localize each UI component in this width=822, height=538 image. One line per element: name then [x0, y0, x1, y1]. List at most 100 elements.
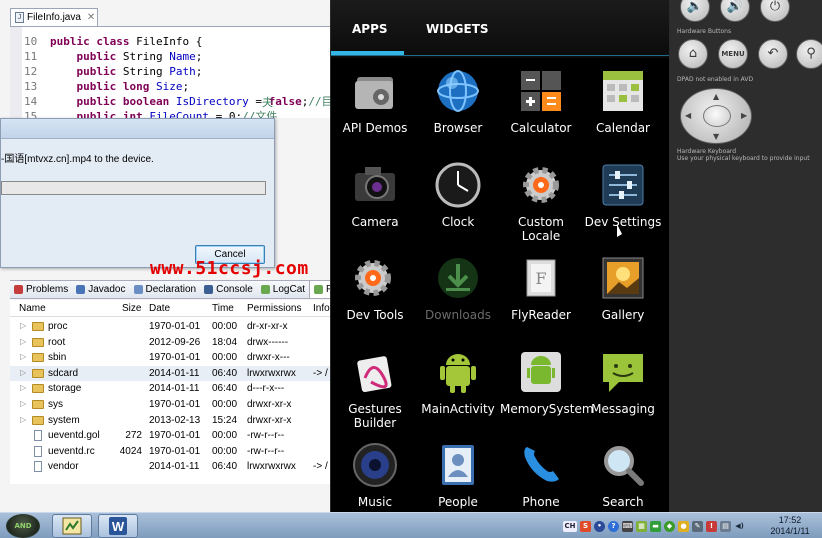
app-downloads[interactable]: Downloads: [417, 254, 499, 322]
custom-locale-gear-icon: [517, 161, 565, 209]
table-row[interactable]: ▷ sbin 1970-01-01 00:00 drwxr-x---: [10, 350, 330, 365]
app-browser[interactable]: Browser: [417, 67, 499, 135]
tab-widgets[interactable]: WIDGETS: [426, 22, 489, 36]
view-tab-console[interactable]: Console: [200, 281, 257, 298]
expand-arrow-icon[interactable]: ▷: [20, 399, 26, 408]
keyboard-icon[interactable]: ⌨: [622, 520, 633, 532]
cell-date: 2014-01-11: [149, 383, 200, 395]
code-token: public class: [50, 35, 137, 48]
app-flyreader[interactable]: F FlyReader: [500, 254, 582, 322]
expand-arrow-icon[interactable]: ▷: [20, 383, 26, 392]
tray-app-icon[interactable]: •: [594, 520, 605, 532]
tray-green-icon[interactable]: ▬: [650, 520, 661, 532]
app-gestures-builder[interactable]: Gestures Builder: [334, 348, 416, 430]
expand-arrow-icon[interactable]: ▷: [20, 337, 26, 346]
memory-system-icon: [517, 348, 565, 396]
app-custom-locale[interactable]: Custom Locale: [500, 161, 582, 243]
app-clock[interactable]: Clock: [417, 161, 499, 229]
security-shield-icon[interactable]: ◆: [664, 520, 675, 532]
svg-text:F: F: [535, 269, 546, 288]
ime-indicator[interactable]: CH: [563, 520, 577, 532]
dpad[interactable]: ▲ ▼ ◀ ▶: [680, 88, 752, 144]
column-header-info[interactable]: Info: [313, 303, 330, 314]
app-label: Music: [357, 495, 393, 509]
search-button[interactable]: ⚲: [796, 39, 822, 69]
dpad-center-button[interactable]: [703, 105, 731, 127]
app-phone[interactable]: Phone: [500, 441, 582, 509]
cell-name: proc: [48, 321, 68, 332]
table-row[interactable]: ueventd.gol 272 1970-01-01 00:00 -rw-r--r--: [10, 428, 330, 443]
app-mainactivity[interactable]: MainActivity: [417, 348, 499, 416]
table-row[interactable]: ▷ system 2013-02-13 15:24 drwxr-xr-x: [10, 413, 330, 428]
dialog-title-bar[interactable]: [1, 119, 274, 139]
expand-arrow-icon[interactable]: ▷: [20, 352, 26, 361]
column-header-size[interactable]: Size: [122, 303, 141, 314]
file-explorer-table[interactable]: Name Size Date Time Permissions Info ▷ proc 197…: [10, 300, 330, 484]
start-button[interactable]: AND: [6, 514, 40, 538]
help-icon[interactable]: ?: [608, 520, 619, 532]
view-tab-declaration[interactable]: Declaration: [130, 281, 201, 298]
network-icon[interactable]: ▤: [720, 520, 731, 532]
expand-arrow-icon[interactable]: ▷: [20, 415, 26, 424]
app-memorysystem[interactable]: MemorySystem: [500, 348, 594, 416]
app-people[interactable]: People: [417, 441, 499, 509]
tab-apps[interactable]: APPS: [352, 22, 388, 36]
cell-date: 1970-01-01: [149, 445, 201, 457]
column-header-date[interactable]: Date: [149, 303, 170, 314]
app-calendar[interactable]: Calendar: [582, 67, 664, 135]
expand-arrow-icon[interactable]: ▷: [20, 368, 26, 377]
android-robot-icon: [434, 348, 482, 396]
taskbar-clock[interactable]: 17:52 2014/1/11: [762, 515, 818, 537]
back-button[interactable]: ↶: [758, 39, 788, 69]
cell-info: -> /: [313, 367, 328, 379]
app-calculator[interactable]: Calculator: [500, 67, 582, 135]
column-header-name[interactable]: Name: [19, 303, 46, 314]
column-header-permissions[interactable]: Permissions: [247, 303, 301, 314]
volume-up-button[interactable]: 🔊: [720, 0, 750, 22]
power-button[interactable]: ⏻: [760, 0, 790, 22]
code-editor[interactable]: 10 public class FileInfo {11 public Strin…: [10, 26, 330, 123]
table-row[interactable]: ▷ sdcard 2014-01-11 06:40 lrwxrwxrwx -> /: [10, 365, 330, 381]
dpad-down-icon[interactable]: ▼: [713, 132, 719, 141]
app-label: People: [438, 495, 478, 509]
view-tab-f[interactable]: F: [309, 281, 330, 298]
windows-taskbar: AND W CH S • ? ⌨ ▦ ▬ ◆ ● ✎ ! ▤ ◀) 17:52 …: [0, 512, 822, 538]
dpad-left-icon[interactable]: ◀: [685, 111, 691, 120]
table-row[interactable]: vendor 2014-01-11 06:40 lrwxrwxrwx -> /: [10, 459, 330, 474]
app-search[interactable]: Search: [582, 441, 664, 509]
view-tab-javadoc[interactable]: Javadoc: [72, 281, 129, 298]
tray-tool-icon[interactable]: ✎: [692, 520, 703, 532]
menu-button[interactable]: MENU: [718, 39, 748, 69]
cell-date: 2012-09-26: [149, 336, 201, 348]
table-row[interactable]: ▷ storage 2014-01-11 06:40 d---r-x---: [10, 381, 330, 396]
dpad-right-icon[interactable]: ▶: [741, 111, 747, 120]
table-row[interactable]: ▷ sys 1970-01-01 00:00 drwxr-xr-x: [10, 397, 330, 412]
taskbar-word-button[interactable]: W: [98, 514, 138, 538]
app-music[interactable]: Music: [334, 441, 416, 509]
app-gallery[interactable]: Gallery: [582, 254, 664, 322]
app-label: Clock: [441, 215, 475, 229]
table-row[interactable]: ▷ root 2012-09-26 18:04 drwx------: [10, 335, 330, 350]
app-messaging[interactable]: Messaging: [582, 348, 664, 416]
expand-arrow-icon[interactable]: ▷: [20, 321, 26, 330]
table-row[interactable]: ueventd.rc 4024 1970-01-01 00:00 -rw-r--r--: [10, 444, 330, 459]
app-camera[interactable]: Camera: [334, 161, 416, 229]
column-header-time[interactable]: Time: [212, 303, 234, 314]
tray-grid-icon[interactable]: ▦: [636, 520, 647, 532]
close-icon[interactable]: ✕: [87, 12, 95, 23]
app-dev-settings[interactable]: Dev Settings: [582, 161, 664, 229]
editor-tab-fileinfo[interactable]: J FileInfo.java ✕: [10, 8, 98, 26]
volume-icon[interactable]: ◀): [734, 521, 745, 532]
home-button[interactable]: ⌂: [678, 39, 708, 69]
dpad-up-icon[interactable]: ▲: [713, 92, 719, 101]
table-row[interactable]: ▷ proc 1970-01-01 00:00 dr-xr-xr-x: [10, 319, 330, 334]
volume-down-button[interactable]: 🔈: [680, 0, 710, 22]
app-dev-tools[interactable]: Dev Tools: [334, 254, 416, 322]
app-api-demos[interactable]: API Demos: [334, 67, 416, 135]
tray-alert-icon[interactable]: !: [706, 520, 717, 532]
taskbar-eclipse-button[interactable]: [52, 514, 92, 538]
tray-yellow-icon[interactable]: ●: [678, 520, 689, 532]
sogou-ime-icon[interactable]: S: [580, 520, 591, 532]
view-tab-logcat[interactable]: LogCat: [257, 281, 309, 298]
view-tab-problems[interactable]: Problems: [10, 281, 72, 298]
